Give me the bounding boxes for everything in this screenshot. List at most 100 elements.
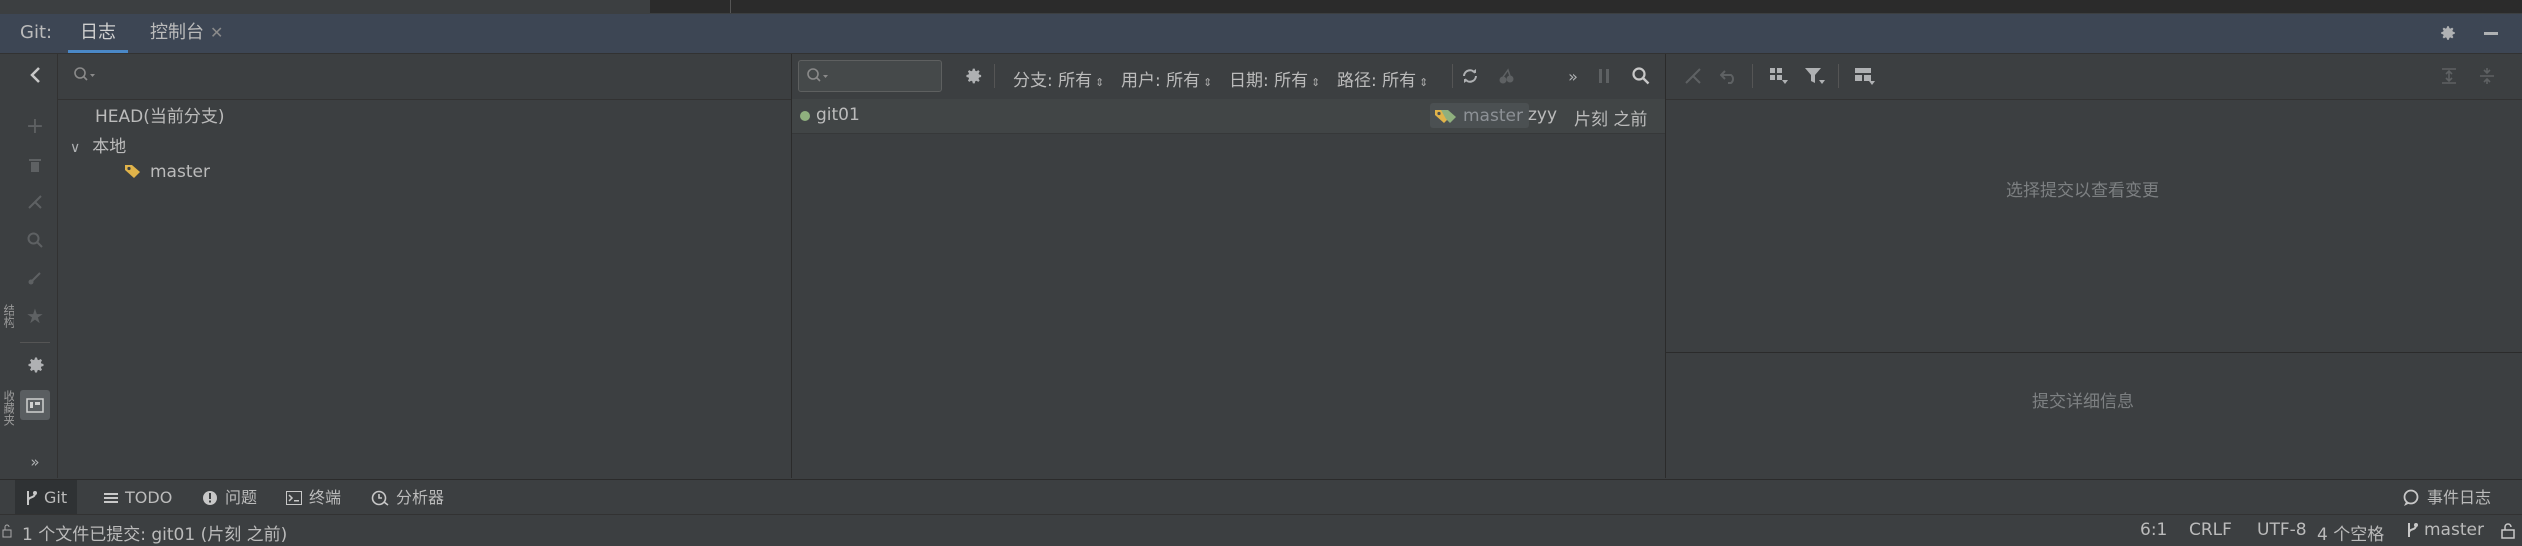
tab-log[interactable]: 日志 [68,14,128,53]
details-placeholder: 提交详细信息 [2032,392,2134,412]
branches-search-row [58,54,791,100]
settings-dropdown-icon[interactable] [23,352,49,378]
editor-strip-left [0,0,651,13]
refresh-icon[interactable] [1457,64,1483,88]
git-branch-icon [2406,522,2418,538]
filter-path[interactable]: 路径: 所有 ⇕ [1337,66,1428,91]
merge-icon[interactable] [1680,64,1706,88]
git-branch-icon [25,490,37,506]
collapse-all-icon[interactable] [2474,64,2500,88]
caret-position[interactable]: 6:1 [2140,520,2167,540]
bottom-tab-terminal[interactable]: 终端 [286,480,341,515]
commit-tag-label: master [1463,105,1523,126]
info-icon [202,490,218,506]
bottom-tab-git[interactable]: Git [15,480,78,515]
tree-item-master[interactable]: master [124,162,210,184]
commit-tag-badge: master [1430,103,1529,128]
commit-author: zyy [1528,105,1558,125]
pause-icon[interactable] [1592,64,1616,88]
toolbar-separator [1452,64,1453,88]
close-icon[interactable]: ✕ [210,23,223,42]
filter-date-label: 日期: 所有 [1229,71,1309,91]
status-indicator-icon[interactable] [2,523,12,539]
tag-icon [1434,108,1458,124]
tag-icon [124,163,142,184]
log-search-input[interactable] [798,60,942,92]
commit-details-panel: 选择提交以查看变更 提交详细信息 [1666,54,2522,478]
filter-user-label: 用户: 所有 [1121,71,1201,91]
event-log-icon [2402,489,2420,507]
updown-icon: ⇕ [1311,76,1321,89]
filter-path-label: 路径: 所有 [1337,71,1417,91]
chevron-down-icon[interactable]: ∨ [70,140,80,156]
changes-placeholder: 选择提交以查看变更 [2006,181,2159,201]
details-toolbar [1666,54,2522,100]
bottom-tab-profiler-label: 分析器 [396,488,445,507]
star-icon[interactable]: ★ [23,304,47,328]
bottom-tab-problems[interactable]: 问题 [202,480,257,515]
delete-icon[interactable] [23,152,47,176]
tree-item-local-label: 本地 [92,137,127,157]
toolbar-separator [1838,64,1839,88]
line-separator[interactable]: CRLF [2189,520,2232,540]
lock-icon[interactable] [2500,522,2516,540]
tool-window-title: Git: [20,22,53,43]
filter-branch-label: 分支: 所有 [1013,71,1093,91]
more-icon[interactable]: » [1562,64,1584,88]
commit-log-panel: 分支: 所有 ⇕ 用户: 所有 ⇕ 日期: 所有 ⇕ 路径: 所有 ⇕ » git01 … [792,54,1666,478]
minimize-icon[interactable] [2480,26,2502,40]
tree-item-local[interactable]: ∨ 本地 [70,132,126,157]
expand-all-icon[interactable] [2436,64,2462,88]
tree-item-head[interactable]: HEAD(当前分支) [95,102,225,127]
terminal-icon [286,490,302,505]
merge-icon[interactable] [23,190,47,214]
status-message[interactable]: 1 个文件已提交: git01 (片刻 之前) [22,520,287,545]
brush-icon[interactable] [23,266,47,290]
branches-panel: HEAD(当前分支) ∨ 本地 master [58,54,792,478]
gear-icon[interactable] [2437,22,2459,44]
indent-setting[interactable]: 4 个空格 [2317,520,2384,545]
event-log-button[interactable]: 事件日志 [2402,480,2491,515]
filter-branch[interactable]: 分支: 所有 ⇕ [1013,66,1104,91]
bottom-tab-problems-label: 问题 [225,488,258,507]
group-by-directory-icon[interactable] [20,390,50,420]
editor-strip [0,0,2522,13]
add-icon[interactable]: + [23,114,47,139]
updown-icon: ⇕ [1203,76,1213,89]
commit-node-dot [800,111,810,121]
search-icon[interactable] [72,64,98,86]
git-branch-widget[interactable]: master [2406,520,2484,540]
list-icon [104,492,118,504]
bottom-tab-git-label: Git [44,488,68,507]
search-icon[interactable] [1629,64,1653,88]
file-encoding[interactable]: UTF-8 [2257,520,2307,540]
filter-user[interactable]: 用户: 所有 ⇕ [1121,66,1212,91]
tab-console[interactable]: 控制台 ✕ [150,14,223,53]
undo-icon[interactable] [1716,64,1742,88]
cherry-pick-icon[interactable] [1494,64,1520,88]
toolbar-separator [994,64,995,88]
search-icon[interactable] [23,228,47,252]
bottom-tab-todo[interactable]: TODO [104,480,172,515]
details-split-divider[interactable] [1666,352,2522,353]
layout-icon[interactable] [1852,64,1878,88]
bottom-tab-todo-label: TODO [125,488,173,507]
more-icon[interactable]: » [23,452,47,472]
chevron-left-icon[interactable] [22,62,48,88]
commit-message: git01 [816,105,860,125]
commit-time: 片刻 之前 [1574,110,1648,130]
git-branch-label: master [2424,520,2484,540]
event-log-label: 事件日志 [2427,488,2492,507]
filter-date[interactable]: 日期: 所有 ⇕ [1229,66,1320,91]
branch-toolbar: + ★ » [14,54,58,478]
settings-dropdown-icon[interactable] [962,64,988,88]
bottom-tab-terminal-label: 终端 [309,488,342,507]
updown-icon: ⇕ [1095,76,1105,89]
group-by-icon[interactable] [1766,64,1792,88]
tool-window-bar: Git TODO 问题 终端 分析器 事件日志 [0,479,2522,515]
bottom-tab-profiler[interactable]: 分析器 [371,480,444,515]
search-icon [805,66,831,86]
filter-icon[interactable] [1802,64,1828,88]
side-strip: 结构 收藏夹 [0,54,16,478]
commit-row[interactable]: git01 master zyy 片刻 之前 [792,99,1665,134]
